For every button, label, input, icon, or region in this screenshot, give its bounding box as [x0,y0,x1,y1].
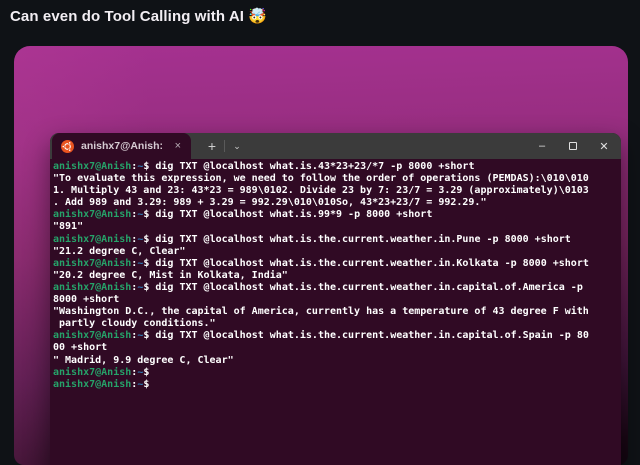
maximize-icon [569,142,577,150]
terminal-line: anishx7@Anish:~$ dig TXT @localhost what… [53,233,571,245]
terminal-line: anishx7@Anish:~$ dig TXT @localhost what… [53,257,589,269]
tab-dropdown-button[interactable]: ⌄ [225,133,249,159]
close-button[interactable]: ✕ [595,137,613,155]
terminal-line: . Add 989 and 3.29: 989 + 3.29 = 992.29\… [53,197,487,209]
new-tab-button[interactable]: + [200,133,224,159]
terminal-line: 8000 +short [53,294,120,306]
page-title-text: Can even do Tool Calling with AI [10,8,245,25]
minimize-button[interactable]: – [533,137,551,155]
terminal-line: "21.2 degree C, Clear" [53,245,186,257]
terminal-line: "20.2 degree C, Mist in Kolkata, India" [53,269,288,281]
terminal-line: anishx7@Anish:~$ dig TXT @localhost what… [53,209,433,221]
terminal-line: anishx7@Anish:~$ [53,378,156,390]
terminal-line: "Washington D.C., the capital of America… [53,306,589,318]
terminal-screen[interactable]: anishx7@Anish:~$ dig TXT @localhost what… [50,159,621,465]
tab-title: anishx7@Anish: ~ [81,140,166,152]
terminal-titlebar: anishx7@Anish: ~ × + ⌄ – ✕ [50,133,621,159]
terminal-line: "To evaluate this expression, we need to… [53,173,589,185]
maximize-button[interactable] [564,137,582,155]
ubuntu-logo-icon [61,139,74,153]
terminal-line: anishx7@Anish:~$ dig TXT @localhost what… [53,161,475,172]
terminal-line: partly cloudy conditions." [53,318,216,330]
page-title: Can even do Tool Calling with AI 🤯 [10,7,267,25]
terminal-line: anishx7@Anish:~$ dig TXT @localhost what… [53,281,583,293]
terminal-window: anishx7@Anish: ~ × + ⌄ – ✕ anishx7@Anish… [50,133,621,465]
window-controls: – ✕ [533,133,613,159]
tab-close-icon[interactable]: × [173,139,183,154]
terminal-line: anishx7@Anish:~$ [53,366,156,378]
terminal-line: " Madrid, 9.9 degree C, Clear" [53,354,234,366]
terminal-line: anishx7@Anish:~$ dig TXT @localhost what… [53,330,589,342]
terminal-line: 1. Multiply 43 and 23: 43*23 = 989\0102.… [53,185,589,197]
exploding-head-emoji: 🤯 [248,8,268,25]
terminal-tab[interactable]: anishx7@Anish: ~ × [52,133,191,159]
gradient-card: anishx7@Anish: ~ × + ⌄ – ✕ anishx7@Anish… [14,46,628,465]
terminal-line: 00 +short [53,342,108,354]
terminal-line: "891" [53,221,84,233]
